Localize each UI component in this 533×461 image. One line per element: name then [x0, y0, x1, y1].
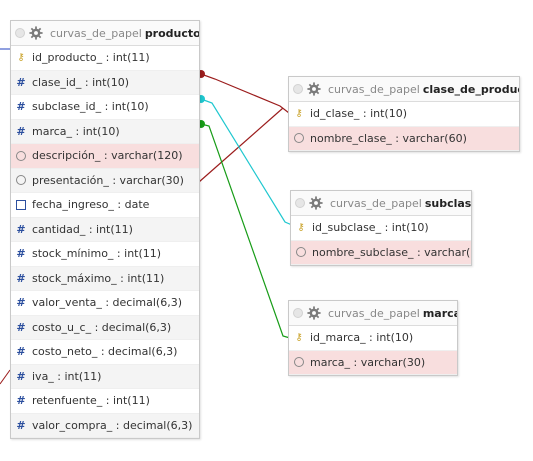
column-row[interactable]: nombre_clase_ : varchar(60): [289, 126, 519, 151]
relation-line-clase-branch: [198, 107, 284, 183]
text-icon: [296, 246, 306, 258]
hash-icon: #: [16, 100, 26, 114]
column-row[interactable]: marca_ : varchar(30): [289, 350, 457, 375]
column-label: subclase_id_ : int(10): [32, 100, 149, 114]
relation-line-marca: [200, 123, 291, 339]
column-row[interactable]: # cantidad_ : int(11): [11, 217, 199, 242]
toggle-dot-icon[interactable]: [295, 198, 305, 208]
column-row[interactable]: # stock_máximo_ : int(11): [11, 266, 199, 291]
column-label: descripción_ : varchar(120): [32, 149, 183, 163]
column-label: costo_neto_ : decimal(6,3): [32, 345, 178, 359]
column-label: presentación_ : varchar(30): [32, 173, 184, 187]
column-label: nombre_subclase_ : varchar(60): [312, 245, 471, 259]
column-row[interactable]: ⚷ id_clase_ : int(10): [289, 102, 519, 127]
table-header[interactable]: curvas_de_papelsubclase_: [291, 191, 471, 216]
column-row[interactable]: fecha_ingreso_ : date: [11, 193, 199, 218]
hash-icon: #: [16, 75, 26, 89]
table-name: marca_: [422, 306, 457, 320]
text-icon: [294, 132, 304, 144]
column-row[interactable]: # clase_id_ : int(10): [11, 70, 199, 95]
column-row[interactable]: # valor_compra_ : decimal(6,3): [11, 413, 199, 438]
column-row[interactable]: descripción_ : varchar(120): [11, 144, 199, 169]
toggle-dot-icon[interactable]: [15, 28, 25, 38]
column-label: valor_compra_ : decimal(6,3): [32, 418, 193, 432]
key-icon: ⚷: [295, 107, 303, 119]
column-label: fecha_ingreso_ : date: [32, 198, 150, 212]
database-name: curvas_de_papel: [330, 196, 422, 210]
table-name: clase_de_producto_: [422, 82, 519, 96]
column-label: nombre_clase_ : varchar(60): [310, 131, 467, 145]
column-row[interactable]: # marca_ : int(10): [11, 119, 199, 144]
column-label: cantidad_ : int(11): [32, 222, 133, 236]
column-row[interactable]: # iva_ : int(11): [11, 364, 199, 389]
column-label: stock_máximo_ : int(11): [32, 271, 165, 285]
column-row[interactable]: # valor_venta_ : decimal(6,3): [11, 291, 199, 316]
column-row[interactable]: ⚷ id_subclase_ : int(10): [291, 216, 471, 241]
column-row[interactable]: # stock_mínimo_ : int(11): [11, 242, 199, 267]
column-row[interactable]: presentación_ : varchar(30): [11, 168, 199, 193]
column-row[interactable]: # retenfuente_ : int(11): [11, 389, 199, 414]
column-row[interactable]: nombre_subclase_ : varchar(60): [291, 240, 471, 265]
column-label: retenfuente_ : int(11): [32, 394, 150, 408]
hash-icon: #: [16, 296, 26, 310]
database-name: curvas_de_papel: [50, 26, 142, 40]
hash-icon: #: [16, 222, 26, 236]
relation-line-subclase: [200, 98, 293, 226]
toggle-dot-icon[interactable]: [293, 308, 303, 318]
column-label: stock_mínimo_ : int(11): [32, 247, 162, 261]
table-marca[interactable]: curvas_de_papelmarca_ ⚷ id_marca_ : int(10…: [288, 300, 458, 376]
key-icon: ⚷: [295, 331, 303, 343]
key-icon: ⚷: [297, 221, 305, 233]
column-label: id_clase_ : int(10): [310, 107, 408, 121]
table-name: subclase_: [424, 196, 471, 210]
offscreen-relation-line-red: [0, 369, 11, 385]
column-label: costo_u_c_ : decimal(6,3): [32, 320, 172, 334]
table-name: productos_: [144, 26, 199, 40]
table-clase_de_producto[interactable]: curvas_de_papelclase_de_producto_ ⚷ id_cla…: [288, 76, 520, 152]
gear-icon[interactable]: [309, 196, 323, 210]
column-label: valor_venta_ : decimal(6,3): [32, 296, 183, 310]
column-label: id_marca_ : int(10): [310, 331, 414, 345]
table-subclase[interactable]: curvas_de_papelsubclase_ ⚷ id_subclase_ : …: [290, 190, 472, 266]
table-productos[interactable]: curvas_de_papelproductos_ ⚷ id_producto_ :…: [10, 20, 200, 439]
database-name: curvas_de_papel: [328, 82, 420, 96]
gear-icon[interactable]: [29, 26, 43, 40]
table-header[interactable]: curvas_de_papelclase_de_producto_: [289, 77, 519, 102]
text-icon: [16, 174, 26, 186]
table-header[interactable]: curvas_de_papelproductos_: [11, 21, 199, 46]
date-icon: [16, 199, 26, 211]
column-row[interactable]: # costo_neto_ : decimal(6,3): [11, 340, 199, 365]
relation-line-clase: [200, 73, 290, 114]
hash-icon: #: [16, 124, 26, 138]
table-header[interactable]: curvas_de_papelmarca_: [289, 301, 457, 326]
column-row[interactable]: # subclase_id_ : int(10): [11, 95, 199, 120]
column-row[interactable]: # costo_u_c_ : decimal(6,3): [11, 315, 199, 340]
hash-icon: #: [16, 345, 26, 359]
column-label: clase_id_ : int(10): [32, 75, 130, 89]
toggle-dot-icon[interactable]: [293, 84, 303, 94]
hash-icon: #: [16, 418, 26, 432]
column-label: id_subclase_ : int(10): [312, 221, 429, 235]
column-row[interactable]: ⚷ id_marca_ : int(10): [289, 326, 457, 351]
column-row[interactable]: ⚷ id_producto_ : int(11): [11, 46, 199, 71]
gear-icon[interactable]: [307, 306, 321, 320]
hash-icon: #: [16, 271, 26, 285]
hash-icon: #: [16, 394, 26, 408]
text-icon: [16, 150, 26, 162]
text-icon: [294, 356, 304, 368]
column-label: marca_ : int(10): [32, 124, 120, 138]
hash-icon: #: [16, 320, 26, 334]
column-label: marca_ : varchar(30): [310, 355, 426, 369]
hash-icon: #: [16, 247, 26, 261]
column-label: id_producto_ : int(11): [32, 51, 150, 65]
column-label: iva_ : int(11): [32, 369, 102, 383]
hash-icon: #: [16, 369, 26, 383]
key-icon: ⚷: [17, 51, 25, 63]
gear-icon[interactable]: [307, 82, 321, 96]
database-name: curvas_de_papel: [328, 306, 420, 320]
